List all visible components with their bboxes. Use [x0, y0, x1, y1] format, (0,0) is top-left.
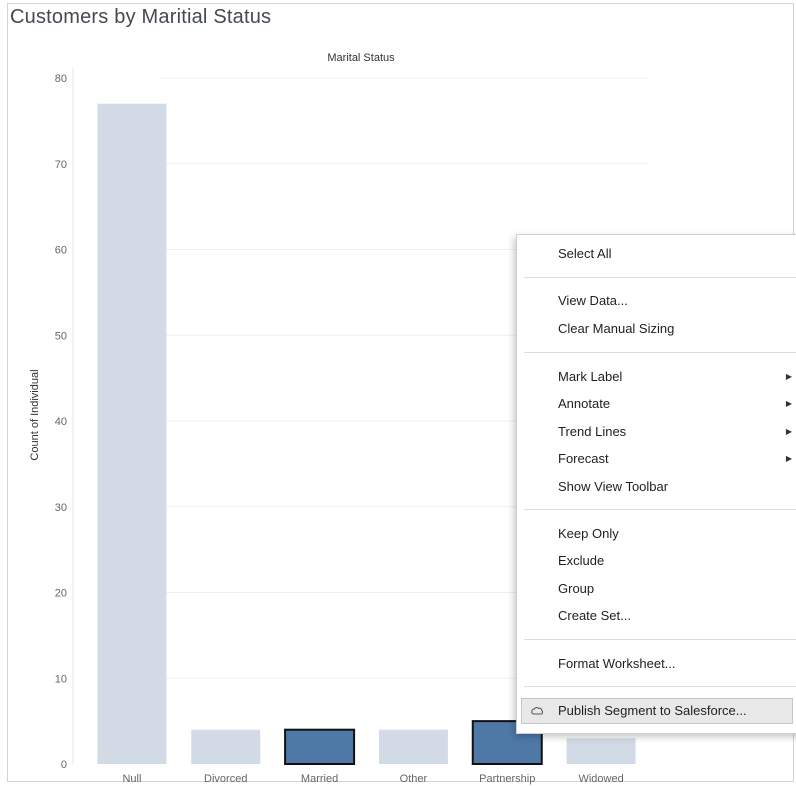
submenu-arrow-icon: ▶ [785, 372, 792, 381]
menu-item-publish-segment[interactable]: Publish Segment to Salesforce... [521, 698, 793, 724]
menu-separator [524, 639, 796, 640]
menu-item-clear-manual-sizing[interactable]: Clear Manual Sizing [558, 318, 796, 340]
menu-item-exclude[interactable]: Exclude [558, 550, 796, 572]
menu-item-format-worksheet[interactable]: Format Worksheet... [558, 653, 796, 675]
column-header-label: Marital Status [327, 52, 395, 64]
menu-item-create-set[interactable]: Create Set... [558, 605, 796, 627]
x-tick-label: Married [301, 773, 338, 785]
bar-null[interactable] [97, 103, 167, 765]
x-tick-label: Null [122, 773, 141, 785]
menu-item-keep-only[interactable]: Keep Only [558, 523, 796, 545]
y-tick-label: 20 [55, 588, 67, 600]
bar-other[interactable] [378, 729, 448, 764]
x-tick-label: Other [400, 773, 428, 785]
y-tick-label: 70 [55, 159, 67, 171]
y-axis-title: Count of Individual [29, 369, 41, 460]
y-tick-label: 60 [55, 245, 67, 257]
y-tick-label: 0 [61, 759, 67, 771]
salesforce-cloud-icon [531, 707, 543, 715]
y-tick-label: 10 [55, 673, 67, 685]
submenu-arrow-icon: ▶ [785, 399, 792, 408]
menu-item-view-data[interactable]: View Data... [558, 290, 796, 312]
menu-separator [524, 277, 796, 278]
bar-married[interactable] [284, 728, 356, 766]
y-tick-label: 50 [55, 330, 67, 342]
menu-item-forecast[interactable]: Forecast ▶ [558, 448, 796, 470]
menu-item-mark-label[interactable]: Mark Label ▶ [558, 366, 796, 388]
menu-item-show-view-toolbar[interactable]: Show View Toolbar [558, 476, 796, 498]
menu-separator [524, 352, 796, 353]
y-tick-label: 80 [55, 73, 67, 85]
menu-item-annotate[interactable]: Annotate ▶ [558, 393, 796, 415]
menu-item-trend-lines[interactable]: Trend Lines ▶ [558, 421, 796, 443]
bar-divorced[interactable] [191, 729, 261, 764]
submenu-arrow-icon: ▶ [785, 454, 792, 463]
x-tick-label: Widowed [578, 773, 623, 785]
bar-widowed[interactable] [566, 738, 636, 764]
menu-separator [524, 686, 796, 687]
menu-item-select-all[interactable]: Select All [558, 243, 796, 265]
submenu-arrow-icon: ▶ [785, 427, 792, 436]
y-tick-label: 30 [55, 502, 67, 514]
y-tick-label: 40 [55, 416, 67, 428]
x-tick-label: Divorced [204, 773, 247, 785]
x-tick-label: Partnership [479, 773, 535, 785]
menu-separator [524, 509, 796, 510]
context-menu: Select All View Data... Clear Manual Siz… [516, 234, 796, 734]
menu-item-group[interactable]: Group [558, 578, 796, 600]
